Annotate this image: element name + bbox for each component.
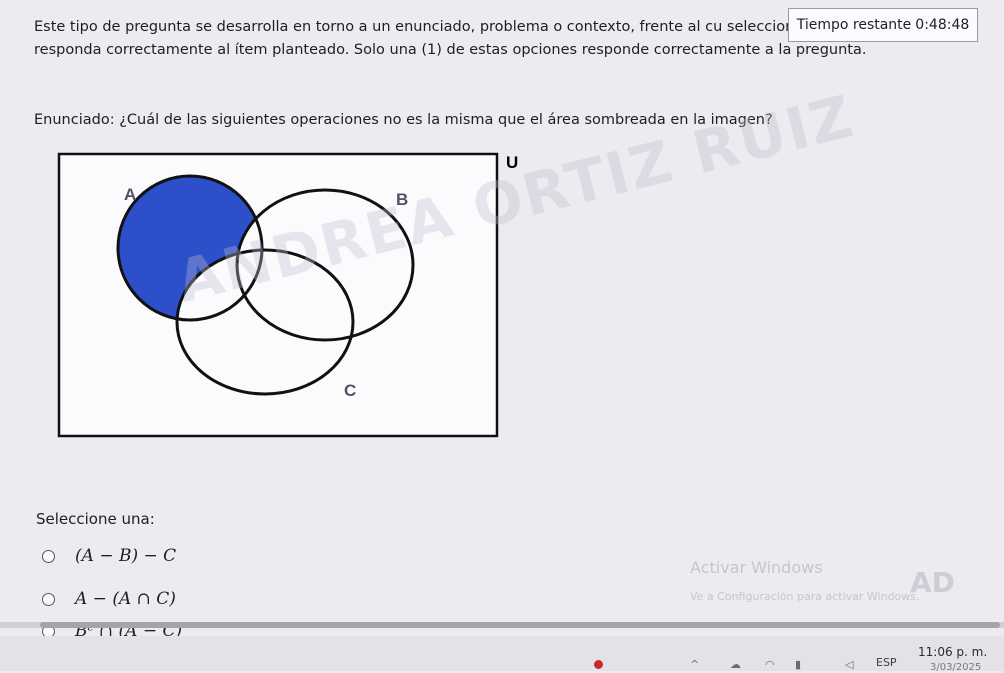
venn-svg: U A B C <box>57 152 518 438</box>
question-statement: Enunciado: ¿Cuál de las siguientes opera… <box>34 112 773 128</box>
chevron-up-icon[interactable]: ^ <box>690 658 699 671</box>
ad-logo: AD <box>910 566 955 599</box>
radio-button[interactable] <box>42 549 55 563</box>
radio-button[interactable] <box>42 592 55 606</box>
universe-label: U <box>506 153 518 172</box>
option-text: (A − B) − C <box>75 546 177 566</box>
timer-value: 0:48:48 <box>915 17 970 33</box>
scrollbar-thumb[interactable] <box>40 622 1000 628</box>
time-remaining-box: Tiempo restante 0:48:48 <box>788 8 978 42</box>
cloud-icon[interactable]: ☁ <box>730 658 741 671</box>
activate-windows-title: Activar Windows <box>690 558 823 577</box>
wifi-icon[interactable]: ◠ <box>765 658 775 671</box>
option-text: A − (A ∩ C) <box>75 589 176 609</box>
taskbar-clock[interactable]: 11:06 p. m. <box>918 645 987 659</box>
battery-icon[interactable]: ▮ <box>795 658 801 671</box>
set-c-label: C <box>344 381 356 400</box>
language-indicator[interactable]: ESP <box>876 656 897 669</box>
venn-diagram: U A B C <box>0 130 540 450</box>
taskbar-date[interactable]: 3/03/2025 <box>930 662 981 673</box>
activate-windows-subtitle: Ve a Configuración para activar Windows. <box>690 590 920 603</box>
select-one-label: Seleccione una: <box>36 510 155 528</box>
set-a-label: A <box>124 185 136 204</box>
option-1[interactable]: (A − B) − C <box>42 546 176 566</box>
notification-icon[interactable] <box>594 660 603 669</box>
option-2[interactable]: A − (A ∩ C) <box>42 589 176 609</box>
set-b-label: B <box>396 190 408 209</box>
horizontal-scrollbar[interactable] <box>0 622 1004 628</box>
speaker-icon[interactable]: ◁ <box>845 658 853 671</box>
timer-label: Tiempo restante <box>796 17 912 33</box>
